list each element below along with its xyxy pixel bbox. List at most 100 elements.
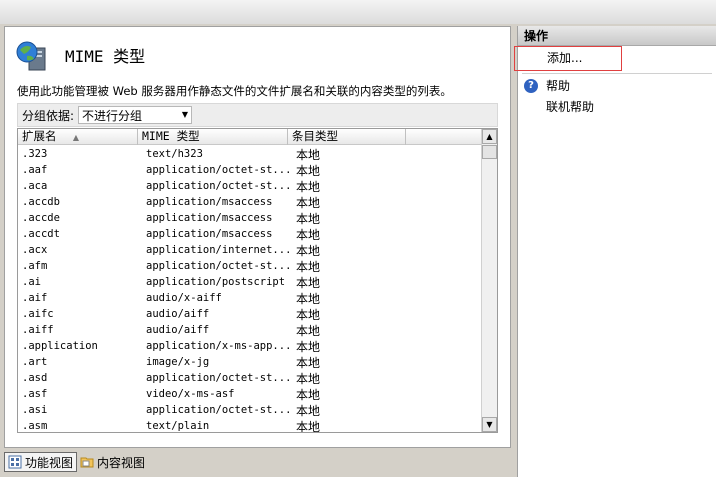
content-view-label: 内容视图 xyxy=(97,455,146,470)
cell-mime-type: audio/aiff xyxy=(146,308,210,320)
table-row[interactable]: .asd application/octet-st... 本地 xyxy=(18,370,483,386)
cell-mime-type: application/msaccess xyxy=(146,228,273,240)
cell-mime-type: text/plain xyxy=(146,420,210,432)
cell-entry-type: 本地 xyxy=(296,387,321,402)
cell-entry-type: 本地 xyxy=(296,339,321,354)
group-by-value: 不进行分组 xyxy=(82,108,143,123)
cell-extension: .asd xyxy=(22,372,48,384)
group-by-dropdown[interactable]: 不进行分组 ▼ xyxy=(78,106,193,124)
cell-extension: .aca xyxy=(22,180,48,192)
scroll-down-icon[interactable]: ▼ xyxy=(482,417,497,432)
scroll-up-icon[interactable]: ▲ xyxy=(482,129,497,144)
table-row[interactable]: .323 text/h323 本地 xyxy=(18,146,483,162)
table-row[interactable]: .accdt application/msaccess 本地 xyxy=(18,226,483,242)
cell-mime-type: application/octet-st... xyxy=(146,164,292,176)
features-view-button[interactable]: 功能视图 xyxy=(4,452,78,472)
cell-entry-type: 本地 xyxy=(296,419,321,433)
cell-extension: .accdb xyxy=(22,196,60,208)
cell-entry-type: 本地 xyxy=(296,147,321,162)
cell-extension: .aif xyxy=(22,292,48,304)
cell-extension: .aifc xyxy=(22,308,54,320)
cell-extension: .afm xyxy=(22,260,48,272)
actions-pane: 操作 添加... ? 帮助 联机帮助 xyxy=(514,26,716,477)
cell-extension: .accdt xyxy=(22,228,60,240)
table-row[interactable]: .asi application/octet-st... 本地 xyxy=(18,402,483,418)
cell-extension: .accde xyxy=(22,212,60,224)
help-icon: ? xyxy=(524,78,538,93)
page-title: MIME 类型 xyxy=(65,47,146,66)
table-row[interactable]: .asf video/x-ms-asf 本地 xyxy=(18,386,483,402)
page-description: 使用此功能管理被 Web 服务器用作静态文件的文件扩展名和关联的内容类型的列表。 xyxy=(17,84,452,98)
cell-mime-type: audio/x-aiff xyxy=(146,292,222,304)
features-panel: MIME 类型 使用此功能管理被 Web 服务器用作静态文件的文件扩展名和关联的… xyxy=(4,26,511,448)
title-row: MIME 类型 xyxy=(15,37,145,73)
table-row[interactable]: .afm application/octet-st... 本地 xyxy=(18,258,483,274)
table-row[interactable]: .accde application/msaccess 本地 xyxy=(18,210,483,226)
cell-mime-type: application/octet-st... xyxy=(146,404,292,416)
cell-extension: .asf xyxy=(22,388,48,400)
top-strip xyxy=(0,0,716,24)
cell-entry-type: 本地 xyxy=(296,291,321,306)
content-view-icon xyxy=(80,457,94,468)
table-row[interactable]: .ai application/postscript 本地 xyxy=(18,274,483,290)
table-row[interactable]: .aif audio/x-aiff 本地 xyxy=(18,290,483,306)
cell-mime-type: image/x-jg xyxy=(146,356,210,368)
column-header-mime-type[interactable]: MIME 类型 xyxy=(138,129,288,145)
table-header: 扩展名 ▲ MIME 类型 条目类型 xyxy=(18,129,483,145)
group-by-bar: 分组依据: 不进行分组 ▼ xyxy=(17,103,498,127)
cell-mime-type: application/postscript xyxy=(146,276,286,288)
add-action-link[interactable]: 添加... xyxy=(514,46,622,71)
cell-extension: .application xyxy=(22,340,98,352)
table-row[interactable]: .aifc audio/aiff 本地 xyxy=(18,306,483,322)
cell-extension: .asm xyxy=(22,420,48,432)
cell-mime-type: application/msaccess xyxy=(146,212,273,224)
cell-mime-type: application/octet-st... xyxy=(146,260,292,272)
cell-entry-type: 本地 xyxy=(296,195,321,210)
actions-header: 操作 xyxy=(518,26,716,46)
table-row[interactable]: .aiff audio/aiff 本地 xyxy=(18,322,483,338)
cell-entry-type: 本地 xyxy=(296,243,321,258)
cell-mime-type: video/x-ms-asf xyxy=(146,388,235,400)
column-header-filler xyxy=(406,129,483,145)
table-row[interactable]: .accdb application/msaccess 本地 xyxy=(18,194,483,210)
cell-mime-type: application/msaccess xyxy=(146,196,273,208)
table-row[interactable]: .aaf application/octet-st... 本地 xyxy=(18,162,483,178)
table-row[interactable]: .asm text/plain 本地 xyxy=(18,418,483,433)
cell-mime-type: application/x-ms-app... xyxy=(146,340,292,352)
cell-entry-type: 本地 xyxy=(296,307,321,322)
cell-entry-type: 本地 xyxy=(296,259,321,274)
features-view-icon xyxy=(8,455,22,469)
content-view-button[interactable]: 内容视图 xyxy=(77,452,148,472)
help-label: 帮助 xyxy=(546,79,571,93)
table-row[interactable]: .acx application/internet... 本地 xyxy=(18,242,483,258)
sort-ascending-icon: ▲ xyxy=(72,133,79,142)
cell-entry-type: 本地 xyxy=(296,227,321,242)
cell-mime-type: application/internet... xyxy=(146,244,292,256)
group-by-label: 分组依据: xyxy=(22,108,75,123)
cell-mime-type: text/h323 xyxy=(146,148,203,160)
vertical-scrollbar[interactable]: ▲ ▼ xyxy=(481,129,497,432)
online-help-link[interactable]: 联机帮助 xyxy=(546,98,594,115)
scrollbar-thumb[interactable] xyxy=(482,145,497,159)
table-row[interactable]: .application application/x-ms-app... 本地 xyxy=(18,338,483,354)
cell-entry-type: 本地 xyxy=(296,403,321,418)
table-row[interactable]: .aca application/octet-st... 本地 xyxy=(18,178,483,194)
chevron-down-icon: ▼ xyxy=(181,110,189,119)
cell-entry-type: 本地 xyxy=(296,371,321,386)
cell-extension: .asi xyxy=(22,404,48,416)
cell-entry-type: 本地 xyxy=(296,163,321,178)
column-header-extension[interactable]: 扩展名 ▲ xyxy=(18,129,138,145)
table-body: .323 text/h323 本地 .aaf application/octet-st.… xyxy=(18,146,483,433)
cell-entry-type: 本地 xyxy=(296,275,321,290)
features-view-label: 功能视图 xyxy=(25,455,74,470)
help-action[interactable]: ? 帮助 xyxy=(524,77,570,94)
cell-extension: .ai xyxy=(22,276,41,288)
column-header-entry-type[interactable]: 条目类型 xyxy=(288,129,406,145)
table-row[interactable]: .art image/x-jg 本地 xyxy=(18,354,483,370)
cell-mime-type: application/octet-st... xyxy=(146,180,292,192)
cell-mime-type: application/octet-st... xyxy=(146,372,292,384)
cell-extension: .art xyxy=(22,356,48,368)
mime-globe-icon xyxy=(16,41,46,71)
actions-divider xyxy=(522,73,712,74)
mime-types-table: 扩展名 ▲ MIME 类型 条目类型 .323 text/h323 本地 .aaf ap… xyxy=(17,128,498,433)
